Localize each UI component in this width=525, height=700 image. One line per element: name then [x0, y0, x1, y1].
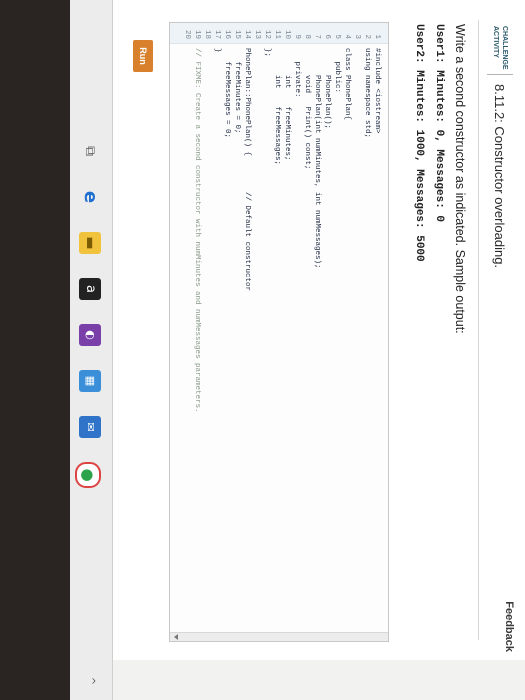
- sample-output-line: User2: Minutes: 1000, Messages: 5000: [413, 24, 425, 262]
- code-line[interactable]: 12};: [262, 23, 272, 603]
- code-line[interactable]: 7 PhonePlan(int numMinutes, int numMessa…: [312, 23, 322, 603]
- line-number: 19: [193, 29, 201, 39]
- title-divider: [478, 20, 479, 640]
- code-text[interactable]: // FIXME: Create a second constructor wi…: [192, 48, 202, 413]
- code-text[interactable]: using namespace std;: [362, 48, 372, 138]
- mail-icon[interactable]: ✉: [79, 416, 101, 438]
- activity-panel: Feedback CHALLENGE ACTIVITY 8.11.2: Cons…: [113, 0, 525, 660]
- code-text[interactable]: freeMinutes = 0;: [232, 48, 242, 134]
- code-text[interactable]: private:: [292, 48, 302, 98]
- code-text[interactable]: freeMessages = 0;: [222, 48, 232, 139]
- code-line[interactable]: 2 using namespace std;: [362, 23, 372, 603]
- editor-scrollbar[interactable]: [170, 632, 388, 641]
- badge-line-1: CHALLENGE: [501, 26, 508, 70]
- line-number: 15: [233, 29, 241, 39]
- code-text[interactable]: };: [262, 48, 272, 57]
- challenge-activity-badge: CHALLENGE ACTIVITY: [489, 26, 511, 70]
- code-text[interactable]: }: [212, 48, 222, 53]
- line-number: 5: [333, 34, 341, 39]
- amazon-icon[interactable]: a: [79, 278, 101, 300]
- code-line[interactable]: 1 #include <iostream>: [372, 23, 382, 603]
- line-number: 18: [203, 29, 211, 39]
- store-icon[interactable]: ▦: [79, 370, 101, 392]
- activity-title: 8.11.2: Constructor overloading.: [492, 84, 507, 269]
- code-line[interactable]: 16 freeMessages = 0;: [222, 23, 232, 603]
- code-text[interactable]: PhonePlan();: [322, 48, 332, 129]
- badge-divider: [487, 74, 513, 75]
- code-line[interactable]: 20: [182, 23, 192, 603]
- line-number: 16: [223, 29, 231, 39]
- onenote-icon[interactable]: ◐: [79, 324, 101, 346]
- line-number: 11: [273, 29, 281, 39]
- line-number: 8: [303, 34, 311, 39]
- code-editor[interactable]: 1 #include <iostream> 2 using namespace std…: [169, 22, 389, 642]
- line-number: 14: [243, 29, 251, 39]
- instruction-text: Write a second constructor as indicated.…: [453, 24, 467, 334]
- line-number: 6: [323, 34, 331, 39]
- edge-icon[interactable]: e: [79, 186, 101, 208]
- taskbar: ⧉ e ▬ a ◐ ▦ ✉ ● ^: [70, 0, 113, 700]
- notification-chevron-icon[interactable]: ^: [79, 670, 101, 692]
- sample-output-line: User1: Minutes: 0, Messages: 0: [433, 24, 445, 223]
- line-number: 3: [353, 34, 361, 39]
- line-number: 7: [313, 34, 321, 39]
- run-button[interactable]: Run: [133, 40, 153, 72]
- line-number: 12: [263, 29, 271, 39]
- code-line[interactable]: 13: [252, 23, 262, 603]
- code-text[interactable]: PhonePlan::PhonePlan() { // Default cons…: [242, 48, 252, 291]
- line-number: 2: [363, 34, 371, 39]
- code-line[interactable]: 10 int freeMinutes;: [282, 23, 292, 603]
- code-line[interactable]: 14PhonePlan::PhonePlan() { // Default co…: [242, 23, 252, 603]
- line-number: 1: [373, 34, 381, 39]
- code-text[interactable]: class PhonePlan{: [342, 48, 352, 120]
- screen: Feedback CHALLENGE ACTIVITY 8.11.2: Cons…: [70, 0, 525, 700]
- task-view-icon[interactable]: ⧉: [79, 140, 101, 162]
- code-text[interactable]: int freeMessages;: [272, 48, 282, 165]
- code-line[interactable]: 4 class PhonePlan{: [342, 23, 352, 603]
- line-number: 20: [183, 29, 191, 39]
- line-number: 10: [283, 29, 291, 39]
- code-text[interactable]: int freeMinutes;: [282, 48, 292, 161]
- code-line[interactable]: 15 freeMinutes = 0;: [232, 23, 242, 603]
- code-line[interactable]: 8 void Print() const;: [302, 23, 312, 603]
- code-line[interactable]: 17}: [212, 23, 222, 603]
- chrome-icon[interactable]: ●: [75, 462, 101, 488]
- code-line[interactable]: 18: [202, 23, 212, 603]
- scroll-down-arrow-icon[interactable]: [174, 634, 178, 640]
- line-number: 13: [253, 29, 261, 39]
- badge-line-2: ACTIVITY: [492, 26, 499, 58]
- code-line[interactable]: 19 // FIXME: Create a second constructor …: [192, 23, 202, 603]
- code-text[interactable]: void Print() const;: [302, 48, 312, 170]
- code-text[interactable]: public:: [332, 48, 342, 94]
- line-number: 9: [293, 34, 301, 39]
- feedback-link[interactable]: Feedback: [503, 601, 515, 652]
- line-number: 4: [343, 34, 351, 39]
- code-line[interactable]: 3: [352, 23, 362, 603]
- code-line[interactable]: 11 int freeMessages;: [272, 23, 282, 603]
- code-text[interactable]: #include <iostream>: [372, 48, 382, 134]
- file-explorer-icon[interactable]: ▬: [79, 232, 101, 254]
- code-text[interactable]: PhonePlan(int numMinutes, int numMessage…: [312, 48, 322, 269]
- line-number: 17: [213, 29, 221, 39]
- code-line[interactable]: 5 public:: [332, 23, 342, 603]
- code-line[interactable]: 6 PhonePlan();: [322, 23, 332, 603]
- code-line[interactable]: 9 private:: [292, 23, 302, 603]
